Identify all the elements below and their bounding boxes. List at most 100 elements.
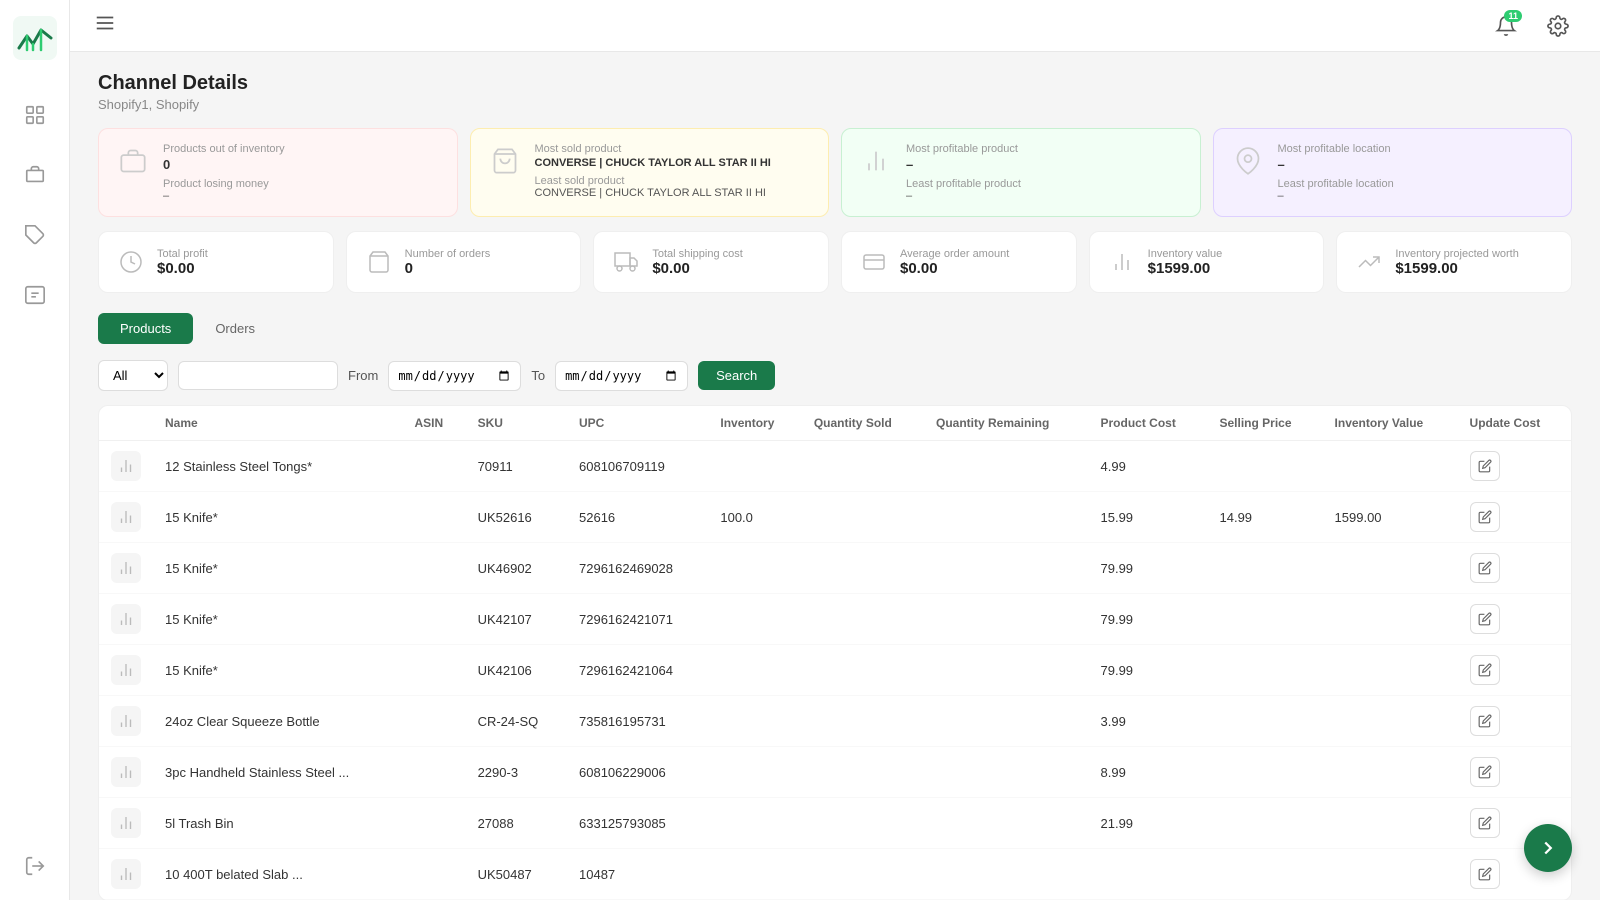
product-qty-sold <box>802 849 924 900</box>
product-inventory-value <box>1323 747 1458 798</box>
product-selling-price <box>1208 594 1323 645</box>
most-profitable-card-subvalue: – <box>906 190 1184 202</box>
projected-worth-icon <box>1353 246 1385 278</box>
avg-order-label: Average order amount <box>900 248 1060 260</box>
edit-cost-button[interactable] <box>1470 757 1500 787</box>
summary-cards: Products out of inventory 0 Product losi… <box>98 128 1572 217</box>
col-sku: SKU <box>466 406 567 441</box>
notification-button[interactable]: 11 <box>1488 8 1524 44</box>
shipping-cost-label: Total shipping cost <box>652 248 812 260</box>
product-asin <box>402 696 465 747</box>
notification-badge: 11 <box>1504 10 1522 22</box>
product-selling-price <box>1208 645 1323 696</box>
product-sku: UK42107 <box>466 594 567 645</box>
product-name: 24oz Clear Squeeze Bottle <box>153 696 402 747</box>
table-row: 10 400T belated Slab ...UK5048710487 <box>99 849 1571 900</box>
most-sold-card-subvalue: CONVERSE | CHUCK TAYLOR ALL STAR II HI <box>535 187 813 199</box>
location-card-icon <box>1230 143 1266 179</box>
product-chart-icon <box>111 553 141 583</box>
product-icon-cell <box>99 543 153 594</box>
product-qty-remaining <box>924 645 1089 696</box>
table-row: 5l Trash Bin2708863312579308521.99 <box>99 798 1571 849</box>
category-filter[interactable]: All <box>98 360 168 391</box>
product-asin <box>402 645 465 696</box>
inventory-value-stat: Inventory value $1599.00 <box>1089 231 1325 293</box>
tab-orders[interactable]: Orders <box>193 313 277 344</box>
col-qty-sold: Quantity Sold <box>802 406 924 441</box>
location-card-sublabel: Least profitable location <box>1278 178 1556 190</box>
edit-cost-button[interactable] <box>1470 451 1500 481</box>
table-row: 15 Knife*UK5261652616100.015.9914.991599… <box>99 492 1571 543</box>
dashboard-nav-icon[interactable] <box>17 97 53 133</box>
product-asin <box>402 492 465 543</box>
product-inventory <box>708 798 801 849</box>
orders-nav-icon[interactable] <box>17 277 53 313</box>
inventory-value-label: Inventory value <box>1148 248 1308 260</box>
num-orders-value: 0 <box>405 260 565 277</box>
to-label: To <box>531 368 545 383</box>
help-button[interactable] <box>1524 824 1572 872</box>
total-profit-label: Total profit <box>157 248 317 260</box>
edit-cost-button[interactable] <box>1470 553 1500 583</box>
edit-cost-button[interactable] <box>1470 859 1500 889</box>
most-profitable-card-sublabel: Least profitable product <box>906 178 1184 190</box>
product-sku: 2290-3 <box>466 747 567 798</box>
product-qty-sold <box>802 696 924 747</box>
most-sold-card: Most sold product CONVERSE | CHUCK TAYLO… <box>470 128 830 217</box>
projected-worth-label: Inventory projected worth <box>1395 248 1555 260</box>
most-sold-card-icon <box>487 143 523 179</box>
logout-nav-icon[interactable] <box>17 848 53 884</box>
hamburger-menu-icon[interactable] <box>94 12 116 39</box>
edit-cost-button[interactable] <box>1470 604 1500 634</box>
stats-row: Total profit $0.00 Number of orders 0 <box>98 231 1572 293</box>
col-upc: UPC <box>567 406 708 441</box>
product-inventory-value <box>1323 543 1458 594</box>
product-sku: UK52616 <box>466 492 567 543</box>
tab-products[interactable]: Products <box>98 313 193 344</box>
products-table: Name ASIN SKU UPC Inventory Quantity Sol… <box>99 406 1571 900</box>
product-chart-icon <box>111 808 141 838</box>
shipping-icon <box>610 246 642 278</box>
update-cost-cell <box>1458 696 1571 747</box>
inventory-card-content: Products out of inventory 0 Product losi… <box>163 143 441 202</box>
settings-button[interactable] <box>1540 8 1576 44</box>
product-name: 12 Stainless Steel Tongs* <box>153 441 402 492</box>
edit-cost-button[interactable] <box>1470 502 1500 532</box>
product-selling-price <box>1208 849 1323 900</box>
update-cost-cell <box>1458 492 1571 543</box>
projected-worth-content: Inventory projected worth $1599.00 <box>1395 248 1555 277</box>
edit-cost-button[interactable] <box>1470 655 1500 685</box>
edit-cost-button[interactable] <box>1470 706 1500 736</box>
products-nav-icon[interactable] <box>17 157 53 193</box>
most-sold-card-label: Most sold product <box>535 143 813 155</box>
product-product-cost: 3.99 <box>1089 696 1208 747</box>
avg-order-icon <box>858 246 890 278</box>
product-qty-remaining <box>924 696 1089 747</box>
from-date-input[interactable] <box>388 361 521 391</box>
product-inventory-value <box>1323 594 1458 645</box>
logo <box>13 16 57 73</box>
product-product-cost <box>1089 849 1208 900</box>
product-qty-remaining <box>924 543 1089 594</box>
filter-row: All From To Search <box>98 360 1572 391</box>
search-button[interactable]: Search <box>698 361 775 390</box>
topbar-left <box>94 12 116 39</box>
location-card-content: Most profitable location – Least profita… <box>1278 143 1556 202</box>
search-input[interactable] <box>178 361 338 390</box>
most-profitable-card: Most profitable product – Least profitab… <box>841 128 1201 217</box>
to-date-input[interactable] <box>555 361 688 391</box>
total-profit-icon <box>115 246 147 278</box>
product-inventory <box>708 441 801 492</box>
product-sku: 70911 <box>466 441 567 492</box>
product-upc: 7296162421064 <box>567 645 708 696</box>
product-qty-sold <box>802 594 924 645</box>
inventory-card: Products out of inventory 0 Product losi… <box>98 128 458 217</box>
product-chart-icon <box>111 757 141 787</box>
product-upc: 633125793085 <box>567 798 708 849</box>
num-orders-content: Number of orders 0 <box>405 248 565 277</box>
product-icon-cell <box>99 492 153 543</box>
tags-nav-icon[interactable] <box>17 217 53 253</box>
product-name: 15 Knife* <box>153 645 402 696</box>
edit-cost-button[interactable] <box>1470 808 1500 838</box>
num-orders-stat: Number of orders 0 <box>346 231 582 293</box>
